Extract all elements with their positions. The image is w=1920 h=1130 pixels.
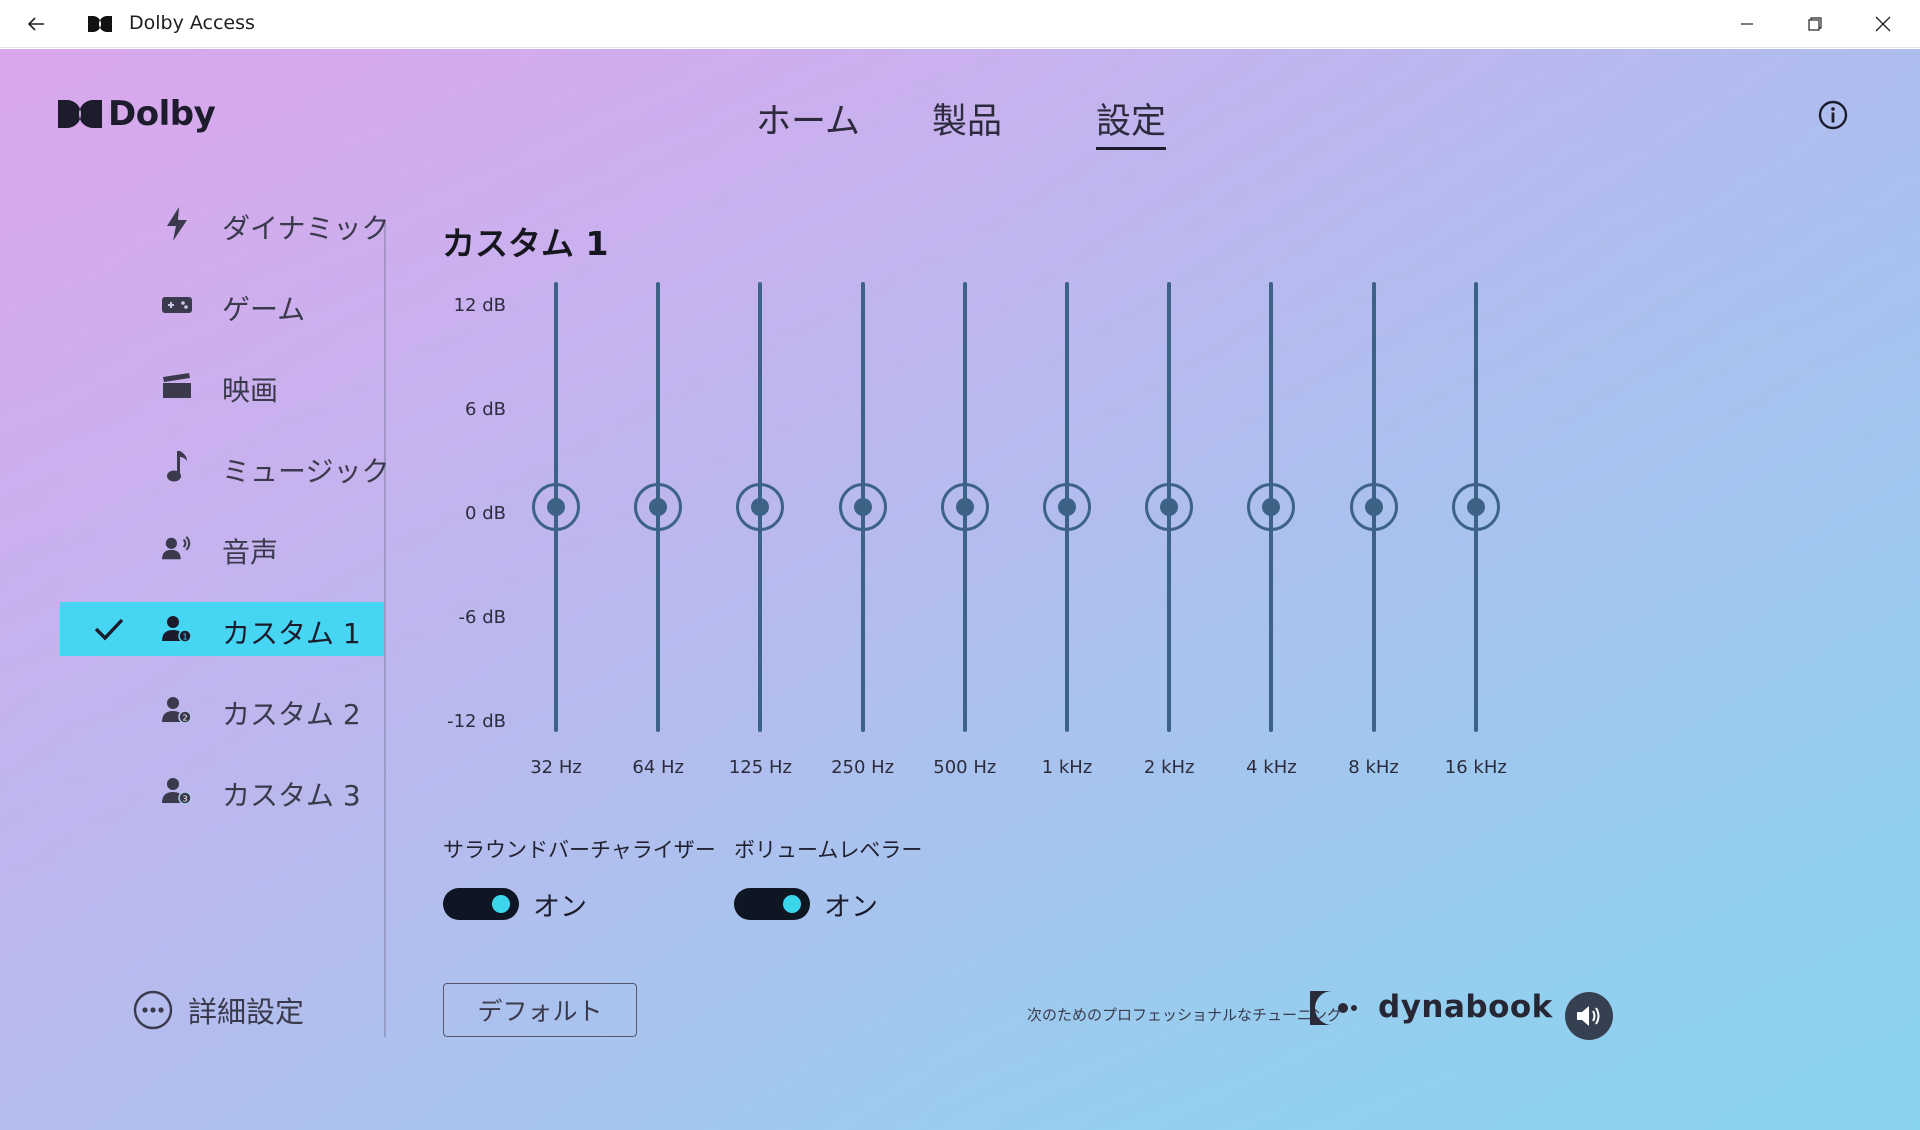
person-2-icon: 2 — [162, 695, 192, 725]
eq-slider-knob[interactable] — [1145, 483, 1194, 531]
eq-slider-knob[interactable] — [940, 483, 989, 531]
person-3-icon: 3 — [162, 776, 192, 806]
back-button[interactable] — [20, 8, 52, 40]
eq-frequency-label: 64 Hz — [632, 757, 684, 778]
svg-text:2: 2 — [182, 714, 187, 723]
surround-virtualizer-state: オン — [533, 892, 587, 923]
dynabook-logo-icon — [1310, 991, 1357, 1025]
eq-frequency-label: 125 Hz — [728, 757, 792, 778]
title-bar: Dolby Access — [0, 0, 1920, 48]
restore-icon — [1808, 17, 1822, 31]
minimize-button[interactable] — [1716, 0, 1778, 48]
default-button[interactable]: デフォルト — [443, 983, 637, 1037]
sidebar-item-label: カスタム 1 — [222, 617, 361, 650]
db-label: 0 dB — [465, 503, 506, 524]
sidebar-item-voice[interactable]: 音声 — [60, 521, 384, 575]
volume-leveler-toggle[interactable] — [734, 888, 810, 920]
eq-frequency-label: 4 kHz — [1246, 757, 1297, 778]
restore-button[interactable] — [1784, 0, 1846, 48]
person-1-icon: 1 — [162, 614, 192, 644]
db-label: 12 dB — [453, 295, 506, 316]
close-button[interactable] — [1852, 0, 1914, 48]
nav-products[interactable]: 製品 — [932, 93, 1002, 144]
eq-slider-knob[interactable] — [532, 483, 580, 531]
advanced-settings-button[interactable]: 詳細設定 — [132, 989, 304, 1031]
sidebar-item-label: 音声 — [222, 536, 279, 569]
app-area: Dolby ホーム 製品 設定 ダイナミック ゲーム 映画 ミュージック 音声 … — [0, 49, 1920, 1130]
window-title: Dolby Access — [129, 12, 255, 34]
dolby-logo-icon — [58, 100, 102, 128]
eq-slider-knob[interactable] — [838, 483, 887, 531]
sidebar-item-custom-1[interactable]: 1 カスタム 1 — [60, 602, 384, 656]
more-options-icon — [133, 990, 173, 1030]
sidebar-item-label: カスタム 3 — [222, 779, 361, 812]
sidebar-item-label: ダイナミック — [222, 212, 390, 245]
sidebar-item-music[interactable]: ミュージック — [60, 440, 389, 494]
eq-slider-knob[interactable] — [736, 483, 785, 531]
eq-slider-knob[interactable] — [634, 483, 683, 531]
equalizer-title: カスタム 1 — [442, 224, 609, 263]
voice-icon — [162, 533, 192, 563]
eq-slider-knob[interactable] — [1247, 483, 1296, 531]
nav-home[interactable]: ホーム — [756, 93, 860, 144]
eq-slider-knob[interactable] — [1451, 483, 1500, 531]
db-label: -12 dB — [447, 711, 506, 732]
eq-frequency-label: 32 Hz — [530, 757, 582, 778]
music-note-icon — [162, 451, 192, 482]
eq-frequency-label: 1 kHz — [1041, 757, 1093, 778]
sidebar-item-movie[interactable]: 映画 — [60, 359, 384, 413]
sidebar-item-label: 映画 — [222, 374, 279, 407]
svg-text:1: 1 — [182, 633, 187, 642]
eq-frequency-label: 500 Hz — [933, 757, 997, 778]
checkmark-icon — [94, 617, 124, 641]
close-icon — [1875, 16, 1891, 32]
minimize-icon — [1741, 23, 1753, 25]
nav-settings[interactable]: 設定 — [1096, 93, 1167, 150]
lightning-icon — [162, 207, 192, 241]
gamepad-icon — [162, 290, 192, 320]
sidebar-item-label: ミュージック — [222, 455, 390, 488]
back-arrow-icon — [27, 17, 44, 31]
sidebar-item-label: カスタム 2 — [222, 698, 361, 731]
sidebar-item-custom-3[interactable]: 3 カスタム 3 — [60, 764, 384, 818]
logo-text: Dolby — [108, 94, 216, 134]
speaker-button[interactable] — [1565, 992, 1613, 1040]
eq-frequency-label: 8 kHz — [1348, 757, 1399, 778]
volume-leveler-state: オン — [824, 892, 878, 923]
sidebar-divider — [384, 222, 386, 1037]
eq-slider-knob[interactable] — [1349, 483, 1398, 531]
surround-virtualizer-label: サラウンドバーチャライザー — [443, 838, 716, 862]
sidebar-item-dynamic[interactable]: ダイナミック — [60, 197, 389, 251]
db-label: -6 dB — [458, 607, 506, 628]
eq-frequency-label: 2 kHz — [1143, 757, 1195, 778]
sidebar-item-game[interactable]: ゲーム — [60, 278, 384, 332]
volume-leveler-label: ボリュームレベラー — [734, 838, 923, 862]
sidebar-item-custom-2[interactable]: 2 カスタム 2 — [60, 683, 384, 737]
sidebar-item-label: ゲーム — [222, 293, 306, 326]
clapperboard-icon — [162, 371, 192, 401]
info-icon[interactable] — [1817, 99, 1849, 131]
speaker-icon — [1577, 1006, 1600, 1026]
svg-text:3: 3 — [182, 795, 187, 804]
tuning-text: 次のためのプロフェッショナルなチューニング — [1027, 1006, 1343, 1024]
eq-slider-knob[interactable] — [1043, 483, 1091, 531]
dolby-logo: Dolby — [58, 94, 216, 134]
dolby-small-logo-icon — [88, 16, 112, 32]
surround-virtualizer-toggle[interactable] — [443, 888, 519, 920]
advanced-settings-label: 詳細設定 — [188, 995, 305, 1029]
eq-frequency-label: 16 kHz — [1444, 757, 1507, 778]
dynabook-brand: dynabook — [1378, 989, 1553, 1025]
eq-frequency-label: 250 Hz — [831, 757, 895, 778]
db-label: 6 dB — [465, 399, 506, 420]
